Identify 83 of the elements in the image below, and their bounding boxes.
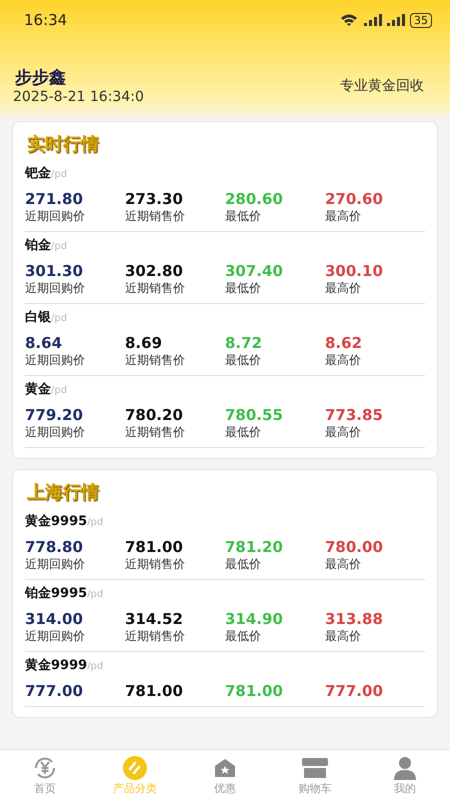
slogan: 专业黄金回收 [340, 76, 424, 94]
price-label: 近期回购价 [25, 424, 86, 441]
unit-label: /pd [87, 517, 104, 528]
unit-label: /pd [51, 385, 68, 396]
price-label: 近期销售价 [125, 280, 186, 297]
unit-label: /pd [51, 241, 68, 252]
price-value: 270.60 [325, 190, 384, 208]
price-value: 777.00 [25, 682, 84, 700]
unit-label: /pd [51, 313, 68, 324]
price-label: 最低价 [225, 628, 262, 645]
price-value: 781.00 [125, 538, 184, 556]
price-label: 近期回购价 [25, 352, 86, 369]
price-value: 8.69 [125, 334, 164, 352]
metal-name: 白银 [25, 310, 51, 325]
date-time: 2025-8-21 16:34:0 [13, 89, 144, 105]
price-value: 780.55 [225, 406, 284, 424]
signal-icon [387, 14, 405, 26]
price-label: 最高价 [325, 556, 362, 573]
price-label: 最低价 [225, 352, 262, 369]
metal-name: 黄金9999 [25, 658, 88, 673]
metal-name: 铂金 [25, 238, 51, 253]
price-label: 最高价 [325, 628, 362, 645]
metal-name: 黄金 [25, 382, 51, 397]
price-label: 近期销售价 [125, 628, 186, 645]
price-value: 314.52 [125, 610, 184, 628]
price-label: 近期回购价 [25, 208, 86, 225]
price-label: 最低价 [225, 424, 262, 441]
price-value: 302.80 [125, 262, 184, 280]
price-value: 778.80 [25, 538, 84, 556]
price-label: 近期销售价 [125, 424, 186, 441]
price-label: 最高价 [325, 208, 362, 225]
price-value: 777.00 [325, 682, 384, 700]
price-value: 314.00 [25, 610, 84, 628]
price-value: 313.88 [325, 610, 384, 628]
price-value: 781.00 [225, 682, 284, 700]
price-value: 314.90 [225, 610, 284, 628]
price-value: 8.62 [325, 334, 364, 352]
price-value: 300.10 [325, 262, 384, 280]
price-label: 近期回购价 [25, 556, 86, 573]
brand-name: 步步鑫 [15, 67, 67, 89]
tab[interactable]: 产品分类 [90, 754, 180, 796]
price-label: 近期销售价 [125, 208, 186, 225]
tab[interactable]: 我的 [360, 754, 450, 796]
unit-label: /pd [87, 661, 104, 672]
tab[interactable]: 购物车 [270, 754, 360, 796]
price-value: 280.60 [225, 190, 284, 208]
status-time: 16:34 [24, 11, 68, 29]
price-value: 781.20 [225, 538, 284, 556]
price-value: 779.20 [25, 406, 84, 424]
price-label: 最高价 [325, 352, 362, 369]
price-value: 781.00 [125, 682, 184, 700]
price-value: 780.00 [325, 538, 384, 556]
unit-label: /pd [87, 589, 104, 600]
price-value: 8.72 [225, 334, 264, 352]
price-label: 最低价 [225, 280, 262, 297]
price-label: 最高价 [325, 424, 362, 441]
price-value: 307.40 [225, 262, 284, 280]
wifi-icon [339, 13, 359, 27]
signal-icon [364, 14, 382, 26]
price-value: 273.30 [125, 190, 184, 208]
price-value: 8.64 [25, 334, 64, 352]
section-title: 上海行情 [27, 481, 100, 504]
price-label: 最低价 [225, 208, 262, 225]
currency-exchange-icon [32, 754, 58, 780]
price-label: 最低价 [225, 556, 262, 573]
price-label: 近期销售价 [125, 556, 186, 573]
metal-name: 铂金9995 [25, 586, 88, 601]
metal-name: 黄金9995 [25, 514, 88, 529]
price-label: 近期回购价 [25, 280, 86, 297]
price-value: 780.20 [125, 406, 184, 424]
price-value: 301.30 [25, 262, 84, 280]
person-icon [392, 754, 418, 780]
price-label: 近期销售价 [125, 352, 186, 369]
tab[interactable]: 首页 [0, 754, 90, 796]
tab[interactable]: 优惠 [180, 754, 270, 796]
unit-label: /pd [51, 169, 68, 180]
price-value: 773.85 [325, 406, 384, 424]
price-label: 近期回购价 [25, 628, 86, 645]
price-label: 最高价 [325, 280, 362, 297]
price-value: 271.80 [25, 190, 84, 208]
battery-level: 35 [410, 12, 432, 28]
metal-name: 钯金 [25, 166, 51, 181]
section-title: 实时行情 [27, 133, 100, 156]
